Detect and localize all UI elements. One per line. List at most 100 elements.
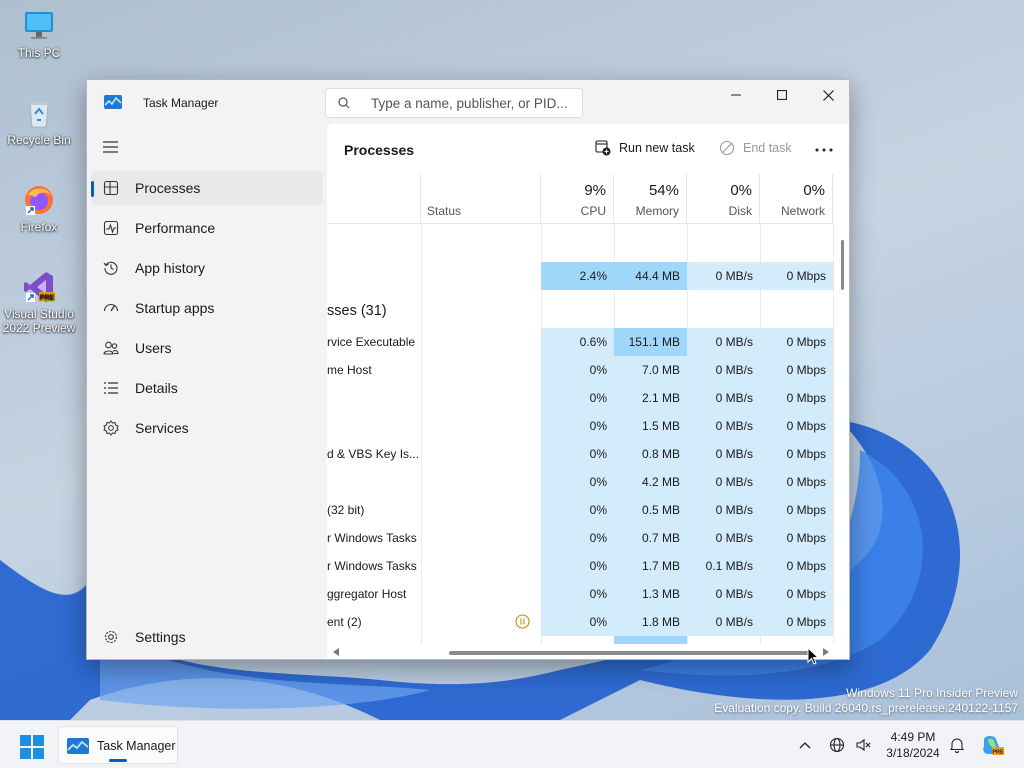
run-new-task-icon	[595, 140, 611, 156]
disk-cell: 0 MB/s	[687, 328, 760, 356]
sidebar-item-label: Startup apps	[135, 300, 215, 316]
group-header-background-processes[interactable]: sses (31)	[327, 297, 833, 325]
sidebar-item-label: App history	[135, 260, 206, 276]
sidebar-item-app-history[interactable]: App history	[91, 251, 323, 285]
minimize-button[interactable]	[713, 80, 759, 110]
disk-cell: 0 MB/s	[687, 580, 760, 608]
hamburger-menu-icon[interactable]	[103, 140, 119, 154]
cpu-total-percent: 9%	[584, 182, 606, 199]
end-task-button[interactable]: End task	[719, 140, 792, 156]
active-indicator	[91, 181, 94, 197]
performance-icon	[103, 220, 119, 236]
process-name: r Windows Tasks	[327, 531, 417, 545]
memory-column-label: Memory	[635, 204, 679, 218]
sidebar-item-startup-apps[interactable]: Startup apps	[91, 291, 323, 325]
memory-cell: 0.8 MB	[614, 440, 687, 468]
minimize-icon	[731, 94, 741, 96]
scroll-right-arrow-icon[interactable]	[823, 648, 829, 656]
process-name: rvice Executable	[327, 335, 416, 349]
table-row[interactable]: rvice Executable 0.6% 151.1 MB 0 MB/s 0 Mbps	[327, 328, 833, 356]
sidebar-item-label: Users	[135, 340, 172, 356]
title-bar[interactable]: Task Manager Type a name, publisher, or …	[87, 80, 849, 124]
desktop-icon-label: Visual Studio 2022 Preview	[2, 307, 76, 335]
desktop-icon-label: Recycle Bin	[7, 133, 71, 147]
run-new-task-button[interactable]: Run new task	[595, 140, 695, 156]
sidebar-item-label: Services	[135, 420, 189, 436]
sidebar-item-processes[interactable]: Processes	[91, 171, 323, 205]
desktop-icon-firefox[interactable]: Firefox	[1, 183, 77, 234]
notifications-button[interactable]	[946, 721, 968, 768]
app-history-icon	[103, 261, 118, 275]
table-row[interactable]: r Windows Tasks 0% 1.7 MB 0.1 MB/s 0 Mbps	[327, 552, 833, 580]
desktop-icon-visual-studio[interactable]: PRE Visual Studio 2022 Preview	[1, 270, 77, 335]
network-column-label: Network	[780, 204, 825, 218]
end-task-label: End task	[743, 141, 792, 155]
clock[interactable]: 4:49 PM 3/18/2024	[880, 729, 946, 761]
apps-summary-row[interactable]: 2.4% 44.4 MB 0 MB/s 0 Mbps	[327, 262, 833, 290]
column-header-disk[interactable]: 0% Disk	[687, 174, 760, 224]
desktop-icon-label: This PC	[17, 46, 61, 60]
sidebar-item-label: Performance	[135, 220, 216, 236]
network-cell: 0 Mbps	[760, 384, 833, 412]
table-row[interactable]: ggregator Host 0% 1.3 MB 0 MB/s 0 Mbps	[327, 580, 833, 608]
cpu-cell: 0.6%	[541, 328, 614, 356]
table-row[interactable]: 0% 2.1 MB 0 MB/s 0 Mbps	[327, 384, 833, 412]
sidebar-item-details[interactable]: Details	[91, 371, 323, 405]
clock-time: 4:49 PM	[890, 730, 936, 744]
table-row[interactable]: (32 bit) 0% 0.5 MB 0 MB/s 0 Mbps	[327, 496, 833, 524]
disk-cell: 0.1 MB/s	[687, 552, 760, 580]
pre-badge: PRE	[40, 295, 55, 302]
disk-cell: 0 MB/s	[687, 468, 760, 496]
column-header-name[interactable]	[327, 174, 421, 224]
sidebar-item-label: Details	[135, 380, 178, 396]
horizontal-scroll-thumb[interactable]	[449, 651, 811, 655]
sidebar-item-settings[interactable]: Settings	[91, 620, 323, 654]
table-row[interactable]: ent (2) 0% 1.8 MB 0 MB/s 0 Mbps	[327, 608, 833, 636]
taskbar-task-manager-button[interactable]: Task Manager	[58, 726, 178, 764]
desktop-icon-this-pc[interactable]: This PC	[1, 9, 77, 60]
copilot-button[interactable]: PRE	[978, 721, 1006, 768]
windows-start-icon[interactable]	[20, 735, 44, 759]
desktop-icon-recycle-bin[interactable]: Recycle Bin	[1, 96, 77, 147]
task-manager-taskbar-icon	[67, 738, 89, 754]
table-row[interactable]: d & VBS Key Is... 0% 0.8 MB 0 MB/s 0 Mbps	[327, 440, 833, 468]
disk-cell: 0 MB/s	[687, 440, 760, 468]
taskbar-app-label: Task Manager	[97, 739, 176, 753]
sidebar-item-users[interactable]: Users	[91, 331, 323, 365]
process-name: ggregator Host	[327, 587, 407, 601]
table-row[interactable]: r Windows Tasks 0% 0.7 MB 0 MB/s 0 Mbps	[327, 524, 833, 552]
language-network-button[interactable]	[826, 721, 848, 768]
column-header-network[interactable]: 0% Network	[760, 174, 833, 224]
column-header-cpu[interactable]: 9% CPU	[541, 174, 614, 224]
vertical-scrollbar[interactable]	[841, 240, 844, 290]
cpu-cell: 2.4%	[541, 262, 614, 290]
memory-cell: 0.5 MB	[614, 496, 687, 524]
show-hidden-icons-button[interactable]	[794, 721, 816, 768]
cpu-cell: 0%	[541, 580, 614, 608]
pre-badge: PRE	[992, 749, 1004, 755]
scroll-left-arrow-icon[interactable]	[333, 648, 339, 656]
sidebar-item-performance[interactable]: Performance	[91, 211, 323, 245]
cpu-cell: 0%	[541, 384, 614, 412]
more-options-icon[interactable]	[815, 148, 833, 152]
table-row[interactable]: 0% 1.5 MB 0 MB/s 0 Mbps	[327, 412, 833, 440]
end-task-icon	[719, 140, 735, 156]
memory-cell: 1.3 MB	[614, 580, 687, 608]
close-button[interactable]	[805, 80, 849, 110]
table-row[interactable]: 0% 4.2 MB 0 MB/s 0 Mbps	[327, 468, 833, 496]
maximize-button[interactable]	[759, 80, 805, 110]
column-header-memory[interactable]: 54% Memory	[614, 174, 687, 224]
disk-cell: 0 MB/s	[687, 412, 760, 440]
volume-button[interactable]	[852, 721, 874, 768]
table-row[interactable]: me Host 0% 7.0 MB 0 MB/s 0 Mbps	[327, 356, 833, 384]
cpu-cell: 0%	[541, 440, 614, 468]
taskbar: Task Manager 4:49 PM 3/18/2024 PRE	[0, 720, 1024, 768]
watermark-line-2: Evaluation copy. Build 26040.rs_prerelea…	[714, 701, 1018, 715]
search-input[interactable]: Type a name, publisher, or PID...	[325, 88, 583, 118]
processes-pane: Processes Run new task End task Status 9…	[327, 124, 849, 659]
sidebar-item-services[interactable]: Services	[91, 411, 323, 445]
clock-date: 3/18/2024	[886, 746, 940, 760]
cpu-cell: 0%	[541, 552, 614, 580]
running-indicator	[109, 759, 127, 762]
column-header-status[interactable]: Status	[421, 174, 541, 224]
